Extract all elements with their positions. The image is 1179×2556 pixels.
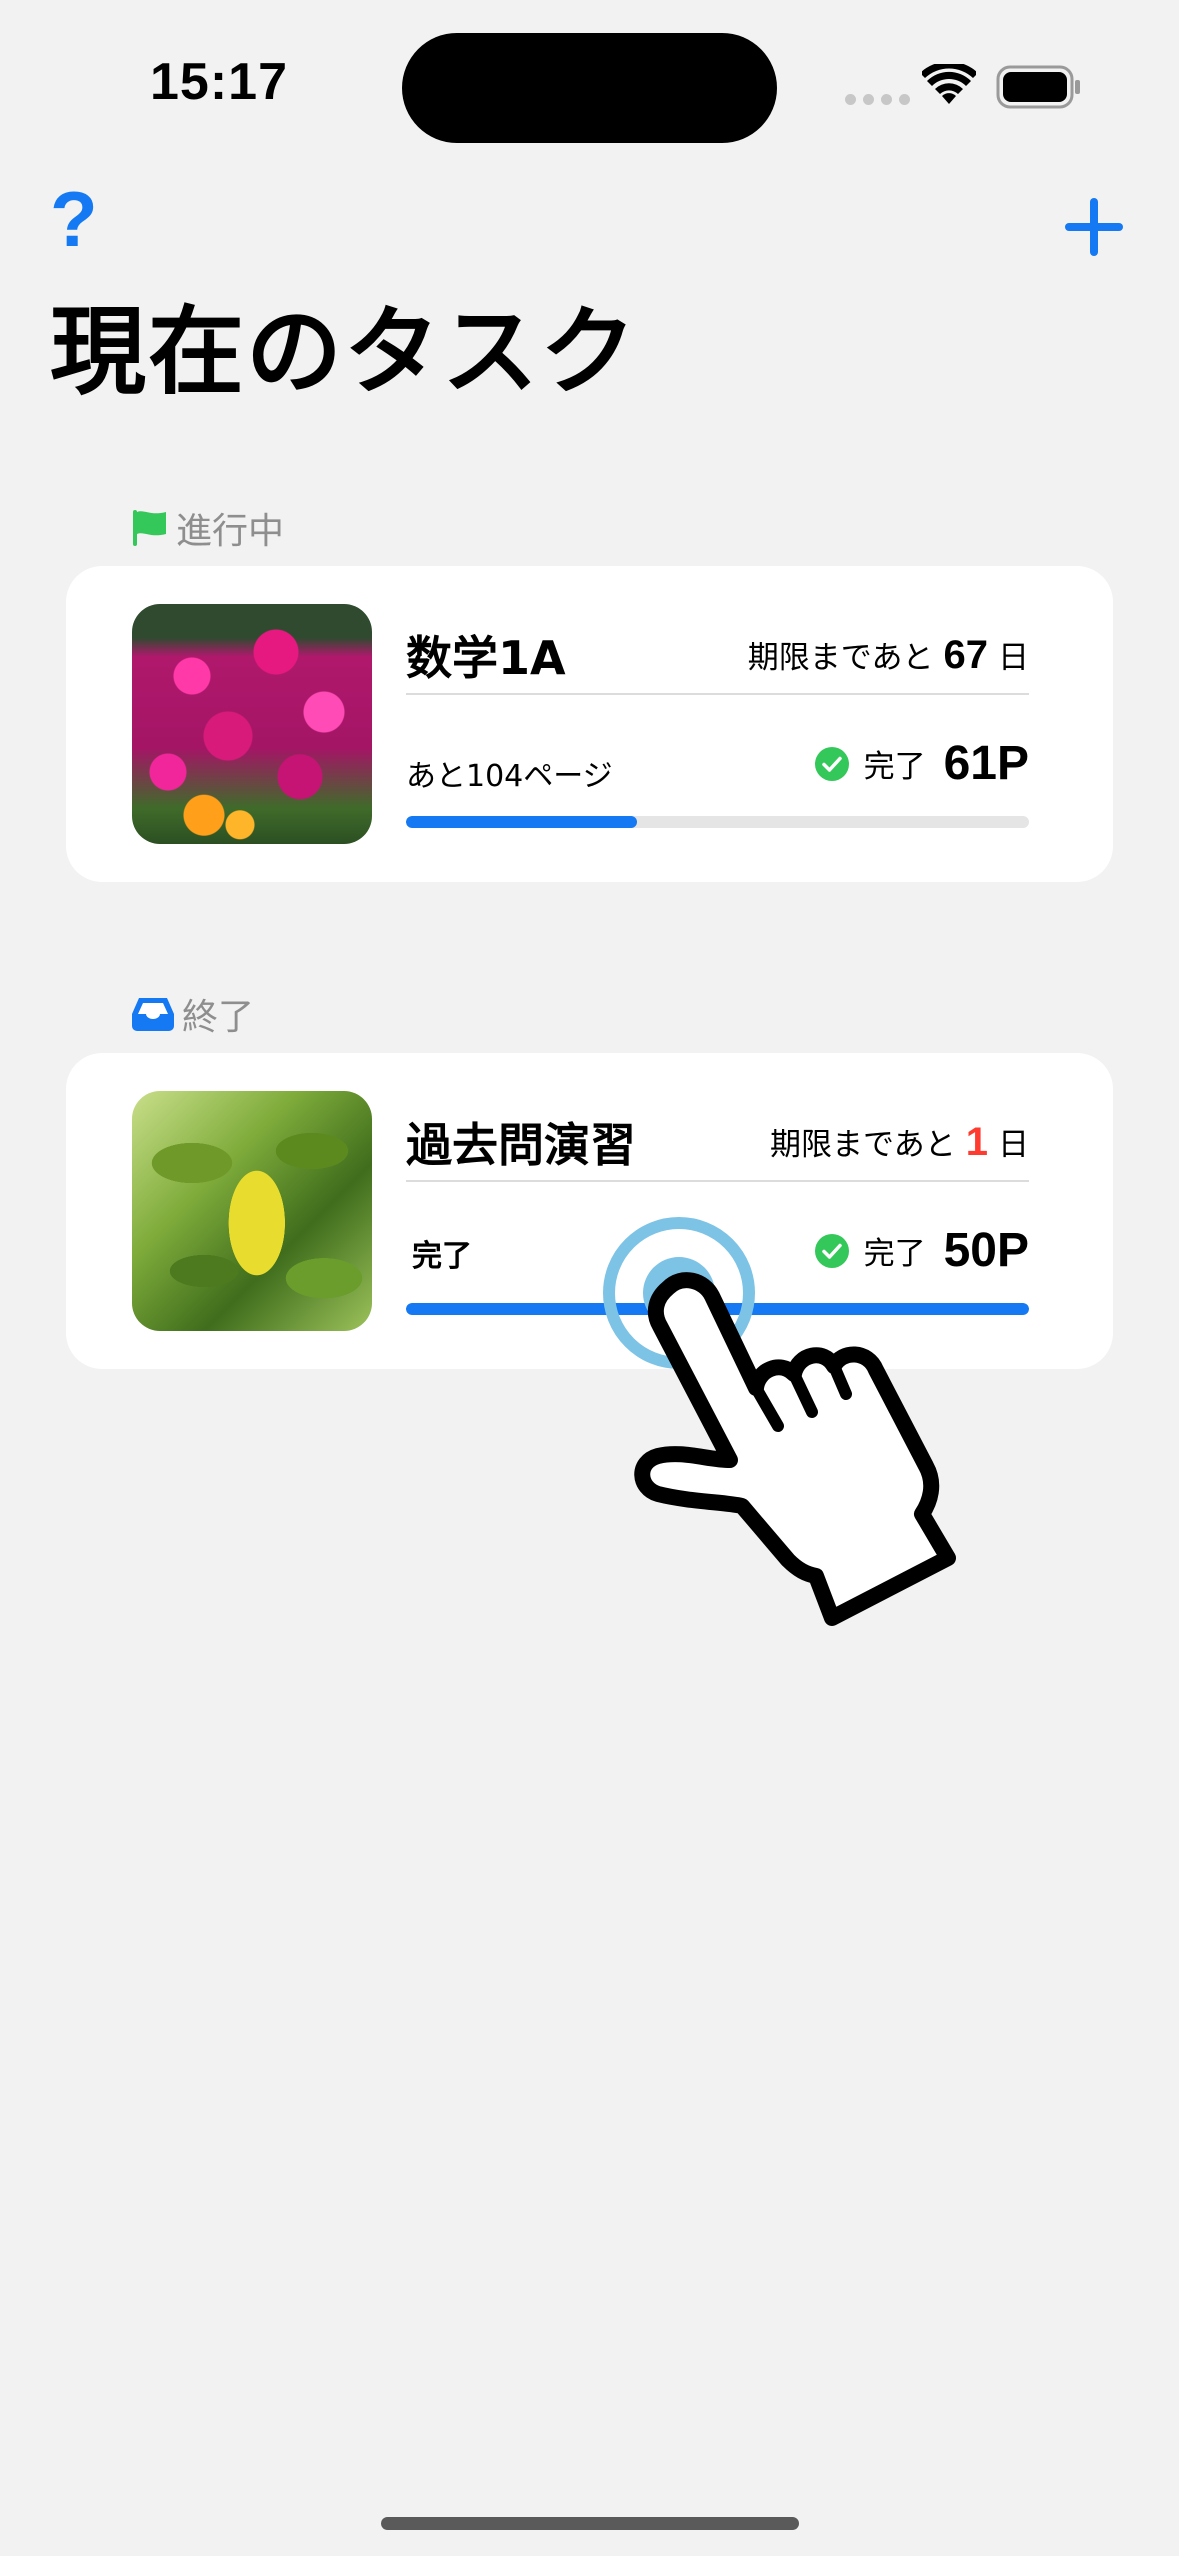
plus-icon[interactable] — [1063, 196, 1125, 258]
days-suffix: 日 — [998, 1127, 1029, 1163]
task-card[interactable]: 数学1A 期限まであと 67 日 あと104ページ 完了 61P — [66, 566, 1113, 882]
days-remaining: 67 — [943, 633, 989, 677]
divider — [406, 1180, 1029, 1182]
deadline-prefix: 期限まであと — [770, 1127, 956, 1163]
wifi-icon — [922, 64, 976, 104]
section-header-finished: 終了 — [130, 988, 254, 1040]
section-label: 終了 — [182, 997, 255, 1038]
completed-pages: 61P — [943, 737, 1029, 790]
page-title: 現在のタスク — [50, 296, 638, 408]
deadline-info: 期限まであと 67 日 — [748, 632, 1029, 678]
home-indicator — [381, 2517, 799, 2530]
progress-bar — [406, 816, 1029, 828]
check-circle-icon — [814, 1233, 849, 1268]
status-label: 完了 — [863, 749, 926, 785]
task-title: 数学1A — [406, 631, 566, 685]
tray-icon — [132, 998, 174, 1031]
dynamic-island — [402, 33, 777, 143]
progress-fill — [406, 816, 637, 828]
days-suffix: 日 — [998, 640, 1029, 676]
task-thumbnail-image — [132, 1091, 372, 1331]
divider — [406, 693, 1029, 695]
status-time: 15:17 — [150, 53, 288, 111]
section-header-in-progress: 進行中 — [130, 502, 284, 554]
help-button[interactable]: ? — [50, 180, 98, 258]
remaining-status: 完了 — [412, 1239, 472, 1274]
days-remaining: 1 — [965, 1120, 988, 1164]
battery-icon — [996, 65, 1080, 109]
deadline-info: 期限まであと 1 日 — [770, 1119, 1029, 1165]
status-label: 完了 — [863, 1236, 926, 1272]
task-thumbnail-image — [132, 604, 372, 844]
flag-icon — [133, 510, 166, 546]
section-label: 進行中 — [176, 511, 285, 552]
task-title: 過去問演習 — [406, 1118, 636, 1172]
completed-status: 完了 61P — [814, 736, 1029, 791]
check-circle-icon — [814, 746, 849, 781]
signal-dots-icon — [845, 94, 910, 105]
pointing-hand-icon — [634, 1272, 956, 1626]
remaining-pages: あと104ページ — [406, 759, 613, 794]
deadline-prefix: 期限まであと — [747, 640, 934, 676]
